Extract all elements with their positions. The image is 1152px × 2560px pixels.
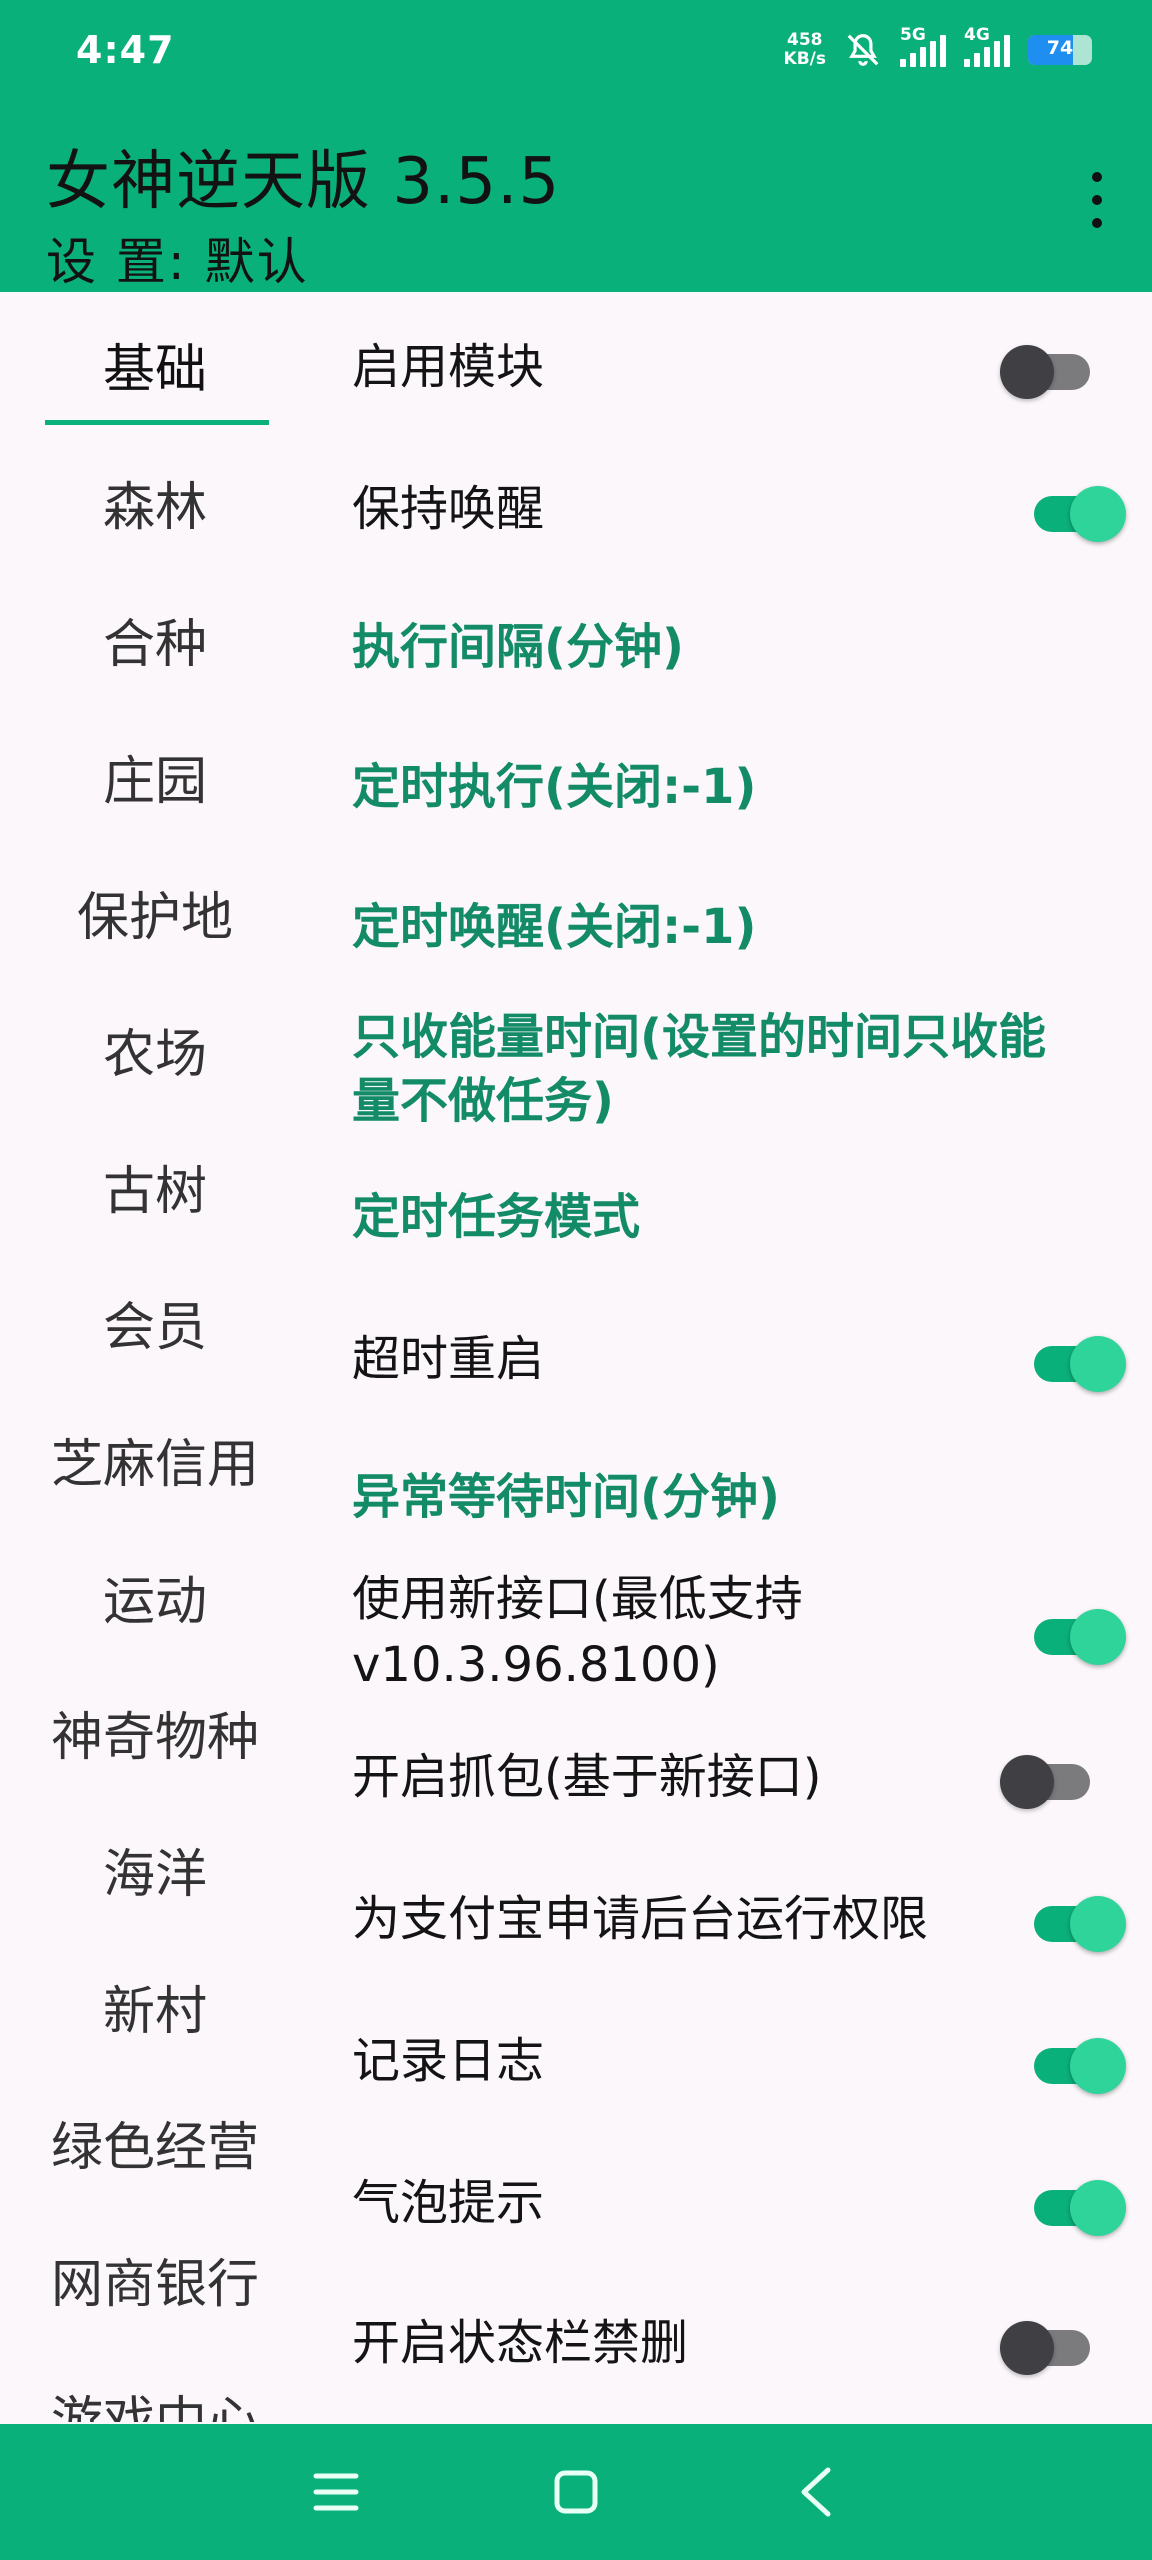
tab-game-center[interactable]: 游戏中心 bbox=[0, 2382, 310, 2422]
tab-protected-area[interactable]: 保护地 bbox=[0, 878, 310, 958]
app-title: 女神逆天版 3.5.5 bbox=[46, 145, 561, 219]
setting-background-permission[interactable]: 为支付宝申请后台运行权限 bbox=[352, 1884, 1132, 1954]
status-icons: 458 KB/s 5G 4G 74 bbox=[784, 25, 1092, 69]
tab-forest[interactable]: 森林 bbox=[0, 468, 310, 548]
battery-level: 74 bbox=[1046, 37, 1074, 59]
tab-new-village[interactable]: 新村 bbox=[0, 1972, 310, 2052]
setting-label: 启用模块 bbox=[352, 339, 545, 395]
background-permission-switch[interactable] bbox=[1022, 1888, 1132, 1952]
tab-green-business[interactable]: 绿色经营 bbox=[0, 2108, 310, 2188]
system-navigation-bar bbox=[0, 2424, 1152, 2560]
tab-basic[interactable]: 基础 bbox=[0, 330, 310, 410]
tab-co-plant[interactable]: 合种 bbox=[0, 605, 310, 685]
setting-enable-module[interactable]: 启用模块 bbox=[352, 332, 1132, 402]
signal-4g-icon: 4G bbox=[964, 25, 1010, 67]
setting-link-label: 只收能量时间(设置的时间只收能量不做任务) bbox=[352, 1009, 1046, 1129]
setting-link-label: 定时执行(关闭:-1) bbox=[352, 759, 757, 815]
setting-link-label: 定时任务模式 bbox=[352, 1189, 641, 1245]
setting-statusbar-no-delete[interactable]: 开启状态栏禁删 bbox=[352, 2308, 1132, 2378]
network-speed: 458 KB/s bbox=[784, 31, 826, 69]
tab-mybank[interactable]: 网商银行 bbox=[0, 2245, 310, 2325]
statusbar-no-delete-switch[interactable] bbox=[1000, 2312, 1112, 2375]
signal-5g-label: 5G bbox=[900, 25, 926, 45]
tab-member[interactable]: 会员 bbox=[0, 1288, 310, 1368]
setting-label: 为支付宝申请后台运行权限 bbox=[352, 1891, 929, 1947]
network-speed-value: 458 bbox=[787, 30, 823, 50]
setting-bubble-tip[interactable]: 气泡提示 bbox=[352, 2168, 1132, 2238]
tab-magic-species[interactable]: 神奇物种 bbox=[0, 1698, 310, 1778]
setting-error-wait-time[interactable]: 异常等待时间(分钟) bbox=[352, 1462, 1132, 1532]
tab-ocean[interactable]: 海洋 bbox=[0, 1835, 310, 1915]
packet-capture-switch[interactable] bbox=[1000, 1746, 1112, 1809]
setting-label: 气泡提示 bbox=[352, 2175, 545, 2231]
setting-exec-interval[interactable]: 执行间隔(分钟) bbox=[352, 612, 1132, 682]
setting-label: 开启抓包(基于新接口) bbox=[352, 1749, 822, 1805]
record-log-switch[interactable] bbox=[1022, 2030, 1132, 2094]
config-subtitle: 设 置: 默认 bbox=[46, 233, 309, 291]
menu-icon[interactable] bbox=[306, 2462, 366, 2522]
tab-farm[interactable]: 农场 bbox=[0, 1015, 310, 1095]
setting-link-label: 异常等待时间(分钟) bbox=[352, 1469, 780, 1525]
tab-ancient-tree[interactable]: 古树 bbox=[0, 1152, 310, 1232]
home-icon[interactable] bbox=[546, 2462, 606, 2522]
overflow-menu-icon[interactable] bbox=[1082, 172, 1112, 228]
setting-energy-only-time[interactable]: 只收能量时间(设置的时间只收能量不做任务) bbox=[352, 1004, 1092, 1134]
setting-packet-capture[interactable]: 开启抓包(基于新接口) bbox=[352, 1742, 1132, 1812]
setting-scheduled-task-mode[interactable]: 定时任务模式 bbox=[352, 1182, 1132, 1252]
setting-label: 超时重启 bbox=[352, 1331, 545, 1387]
signal-4g-label: 4G bbox=[964, 25, 990, 45]
setting-link-label: 定时唤醒(关闭:-1) bbox=[352, 899, 757, 955]
tab-manor[interactable]: 庄园 bbox=[0, 742, 310, 822]
setting-scheduled-wake[interactable]: 定时唤醒(关闭:-1) bbox=[352, 892, 1132, 962]
back-icon[interactable] bbox=[786, 2462, 846, 2522]
enable-module-switch[interactable] bbox=[1000, 336, 1112, 399]
app-bar: 4:47 458 KB/s 5G 4G 74 女神逆天版 3.5.5 设 置: … bbox=[0, 0, 1152, 292]
active-tab-indicator bbox=[45, 420, 269, 425]
setting-timeout-restart[interactable]: 超时重启 bbox=[352, 1324, 1132, 1394]
setting-link-label: 执行间隔(分钟) bbox=[352, 619, 684, 675]
keep-awake-switch[interactable] bbox=[1022, 478, 1132, 542]
battery-icon: 74 bbox=[1028, 35, 1092, 65]
setting-keep-awake[interactable]: 保持唤醒 bbox=[352, 474, 1132, 544]
bell-muted-icon bbox=[847, 34, 879, 66]
status-bar: 4:47 458 KB/s 5G 4G 74 bbox=[0, 0, 1152, 100]
setting-label: 开启状态栏禁删 bbox=[352, 2315, 689, 2371]
network-speed-unit: KB/s bbox=[783, 49, 826, 69]
tab-sesame-credit[interactable]: 芝麻信用 bbox=[0, 1425, 310, 1505]
setting-label: 保持唤醒 bbox=[352, 481, 545, 537]
bubble-tip-switch[interactable] bbox=[1022, 2172, 1132, 2236]
setting-scheduled-exec[interactable]: 定时执行(关闭:-1) bbox=[352, 752, 1132, 822]
tab-sports[interactable]: 运动 bbox=[0, 1562, 310, 1642]
use-new-api-switch[interactable] bbox=[1022, 1601, 1132, 1665]
setting-use-new-api[interactable]: 使用新接口(最低支持v10.3.96.8100) bbox=[352, 1567, 1132, 1697]
setting-record-log[interactable]: 记录日志 bbox=[352, 2026, 1132, 2096]
category-tab-list: 基础 森林 合种 庄园 保护地 农场 古树 会员 芝麻信用 运动 神奇物种 海洋… bbox=[0, 292, 310, 2422]
status-time: 4:47 bbox=[76, 28, 175, 72]
timeout-restart-switch[interactable] bbox=[1022, 1328, 1132, 1392]
setting-label: 使用新接口(最低支持v10.3.96.8100) bbox=[352, 1571, 803, 1693]
signal-5g-icon: 5G bbox=[900, 25, 946, 67]
setting-label: 记录日志 bbox=[352, 2033, 545, 2089]
